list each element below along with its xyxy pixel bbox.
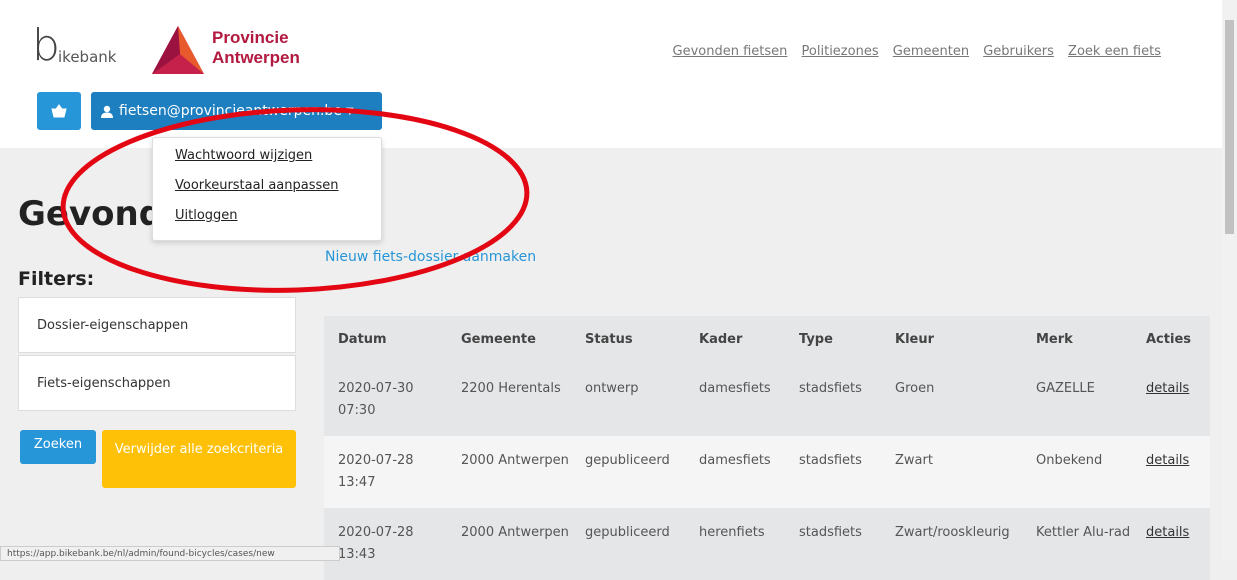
scrollbar[interactable] [1222,0,1237,561]
annotation-ellipse [60,107,530,293]
browser-status-url: https://app.bikebank.be/nl/admin/found-b… [0,546,340,561]
scrollbar-thumb[interactable] [1225,20,1234,234]
